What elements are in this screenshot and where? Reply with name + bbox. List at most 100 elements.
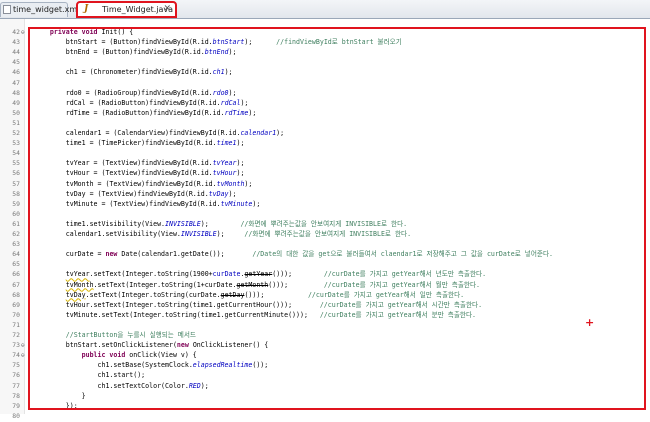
code-token: public void (81, 351, 126, 360)
code-token: ); (228, 189, 241, 198)
code-token: ); (236, 169, 249, 178)
code-token: time1 (216, 139, 237, 148)
line-number: 80 (12, 411, 20, 420)
code-token: //화면에 뿌려주는값을 안보여지게 INVISIBLE로 한다. (228, 230, 412, 238)
code-token: tvMinute (220, 199, 253, 208)
code-token: ); (228, 48, 241, 57)
close-icon[interactable]: ✕ (163, 3, 171, 16)
code-token: btnStart (212, 38, 245, 47)
code-token: Init() { (97, 28, 134, 36)
code-token: //화면에 뿌려주는값을 안보여지게 INVISIBLE로 한다. (212, 219, 408, 228)
code-token: ch1.setBase(SystemClock. (34, 361, 193, 370)
code-token: tvYear (65, 270, 90, 279)
code-token: ch1 = (Chronometer)findViewById(R.id. (34, 68, 213, 77)
code-token: RED (188, 381, 201, 390)
code-token: }); (34, 401, 82, 410)
code-token: ); (228, 88, 241, 97)
code-token: tvDay (208, 189, 229, 198)
code-token: ); (200, 381, 213, 390)
code-token: rdTime (224, 108, 249, 117)
code-token: //curDate를 가지고 getYear해서 년도만 측출한다. (296, 270, 487, 279)
code-token: rdo0 = (RadioGroup)findViewById(R.id. (34, 88, 213, 97)
code-token: //curDate를 가지고 getYear해서 분만 측출한다. (311, 310, 476, 319)
code-token: rdTime = (RadioButton)findViewById(R.id. (34, 108, 225, 117)
code-token: tvMonth (65, 280, 94, 289)
java-file-icon: J (84, 4, 89, 14)
code-editor[interactable]: 42 ⊖ private void Init() {43 btnStart = (… (0, 19, 650, 420)
code-token: ch1 (212, 68, 225, 77)
code-token: ); (240, 98, 253, 107)
code-token: INVISIBLE (165, 219, 201, 228)
code-token: calendar1 = (CalendarView)findViewById(R… (34, 129, 241, 137)
code-token: new (176, 341, 189, 350)
code-token: tvHour.setText(Integer.toString(time1.ge… (34, 300, 297, 309)
code-token: //curDate를 가지고 getYear해서 시간만 측출한다. (296, 300, 483, 309)
code-token: getDay (220, 290, 245, 299)
xml-file-icon (3, 5, 11, 14)
tab-time-widget-xml[interactable]: time_widget.xml (0, 2, 79, 17)
code-token: ())); (244, 290, 269, 299)
code-token: ); (200, 219, 213, 228)
code-token: .setText(Integer.toString(1+curDate. (93, 280, 237, 289)
code-token: ); (276, 129, 289, 137)
code-token: //Date의 대한 값을 get으로 불러들여서 claendar1로 저장해… (228, 250, 553, 259)
tab-time-widget-java[interactable]: J Time_Widget.java ✕ (76, 1, 177, 18)
code-token: //StartButton을 누를시 실행되는 메서드 (34, 331, 197, 339)
code-token: //curDate를 가지고 getYear해서 일만 측출한다. (268, 290, 465, 299)
code-token: Date(calendar1.getDate()); (117, 250, 229, 259)
code-token: tvMinute.setText(Integer.toString(time1.… (34, 310, 312, 319)
code-token: ); (244, 38, 257, 47)
code-token: ); (236, 139, 249, 148)
code-token: new (105, 250, 118, 259)
code-token: .setText(Integer.toString(1900+ (89, 270, 213, 279)
tab-label: time_widget.xml (13, 5, 80, 14)
code-token: rdCal (220, 98, 241, 107)
code-token: getMonth (236, 280, 269, 289)
code-token: rdCal = (RadioButton)findViewById(R.id. (34, 98, 221, 107)
code-token: INVISIBLE (180, 230, 217, 238)
code-token: tvMinute = (TextView)findViewById(R.id. (34, 199, 221, 208)
code-token: btnStart.setOnClickListener( (34, 341, 177, 350)
code-token: tvYear (212, 159, 237, 168)
code-token: elapsedRealtime (192, 361, 253, 370)
code-token: curDate = (34, 250, 106, 259)
code-token: time1.setVisibility(View. (34, 219, 166, 228)
code-token: tvDay = (TextView)findViewById(R.id. (34, 189, 209, 198)
code-token: tvYear = (TextView)findViewById(R.id. (34, 159, 213, 168)
code-token: ); (244, 179, 257, 188)
code-token: time1 = (TimePicker)findViewById(R.id. (34, 139, 217, 148)
code-token: ); (252, 199, 265, 208)
code-token: tvHour = (TextView)findViewById(R.id. (34, 169, 213, 178)
code-token: ())); (272, 270, 297, 279)
code-token: ); (236, 159, 249, 168)
code-token: btnEnd (204, 48, 229, 57)
editor-tab-bar: time_widget.xml J Time_Widget.java ✕ (0, 0, 650, 19)
code-token: onClick(View v) { (125, 351, 197, 360)
code-token: ch1.setTextColor(Color. (34, 381, 189, 390)
code-token: private void (49, 28, 98, 36)
code-token: ())); (268, 280, 293, 289)
code-token: tvDay (65, 290, 86, 299)
code-token: calendar1 (240, 129, 277, 137)
code-token: .setText(Integer.toString(curDate. (85, 290, 221, 299)
code-token: //curDate를 가지고 getYear해서 월만 측출한다. (292, 280, 480, 289)
code-token: rdo0 (212, 88, 229, 97)
code-token: btnStart = (Button)findViewById(R.id. (34, 38, 213, 47)
code-token: //findViewById로 btnStart 불러오기 (256, 38, 402, 47)
code-token: calendar1.setVisibility(View. (34, 230, 181, 238)
code-token: ch1.start(); (34, 371, 150, 380)
code-token: ); (248, 108, 261, 117)
code-token: } (34, 391, 86, 400)
code-token: tvMonth = (TextView)findViewById(R.id. (34, 179, 217, 188)
crosshair-cursor-icon: + (585, 316, 595, 329)
code-token: curDate (212, 270, 241, 279)
tab-label: Time_Widget.java (102, 5, 174, 14)
code-line[interactable]: 80 (0, 411, 640, 422)
code-token: btnEnd = (Button)findViewById(R.id. (34, 48, 205, 57)
code-token: getYear (244, 270, 273, 279)
